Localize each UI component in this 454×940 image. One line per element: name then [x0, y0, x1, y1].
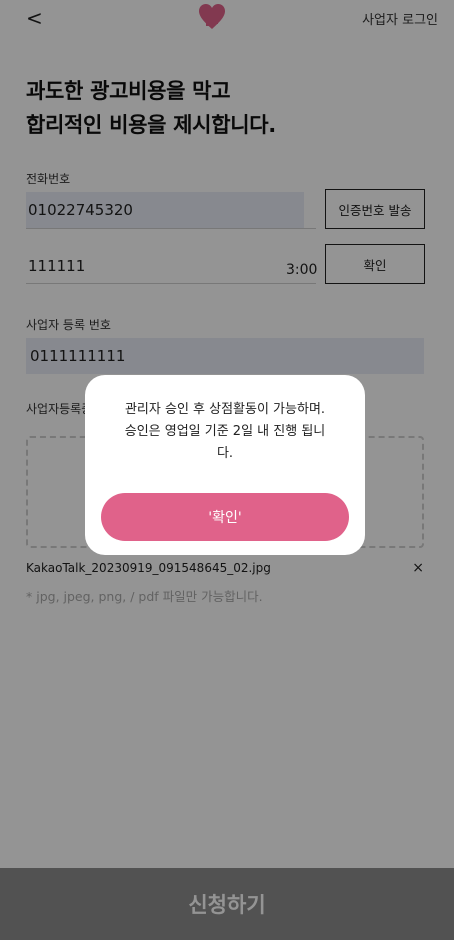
approval-notice-modal: 관리자 승인 후 상점활동이 가능하며. 승인은 영업일 기준 2일 내 진행 …	[85, 375, 365, 555]
modal-message-line-1: 관리자 승인 후 상점활동이 가능하며.	[124, 402, 326, 417]
modal-message-line-2: 승인은 영업일 기준 2일 내 진행 됩니	[124, 424, 326, 439]
modal-message-line-3: 다.	[216, 446, 234, 461]
modal-message: 관리자 승인 후 상점활동이 가능하며. 승인은 영업일 기준 2일 내 진행 …	[105, 399, 345, 465]
modal-confirm-button[interactable]: '확인'	[101, 493, 349, 541]
